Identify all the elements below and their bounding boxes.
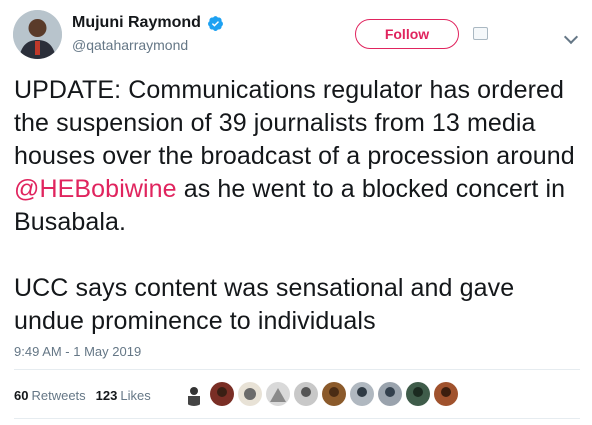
- chevron-down-icon[interactable]: [563, 29, 579, 45]
- liker-avatar[interactable]: [377, 381, 403, 407]
- verified-badge-icon: [207, 15, 224, 32]
- author-display-name[interactable]: Mujuni Raymond: [72, 14, 201, 32]
- retweets-count: 60: [14, 388, 29, 403]
- author-handle[interactable]: @qataharraymond: [72, 37, 224, 53]
- liker-avatar[interactable]: [237, 381, 263, 407]
- likes-count: 123: [95, 388, 118, 403]
- liker-avatar[interactable]: [433, 381, 459, 407]
- liker-avatar[interactable]: [405, 381, 431, 407]
- divider: [14, 418, 580, 419]
- likes-stat[interactable]: 123 Likes: [96, 388, 151, 403]
- liker-avatar[interactable]: [349, 381, 375, 407]
- engagement-stats: 60 Retweets 123 Likes: [14, 388, 151, 403]
- tweet-text-part: UPDATE: Communications regulator has ord…: [14, 76, 575, 170]
- tweet-paragraph-1: UPDATE: Communications regulator has ord…: [14, 74, 580, 239]
- author-info: Mujuni Raymond @qataharraymond: [72, 12, 224, 53]
- follow-button-label: Follow: [384, 26, 430, 42]
- tweet-header: Mujuni Raymond @qataharraymond Follow: [13, 10, 579, 60]
- likers-avatars: [181, 381, 459, 407]
- divider: [14, 369, 580, 370]
- liker-avatar[interactable]: [209, 381, 235, 407]
- mention-link[interactable]: @HEBobiwine: [14, 175, 177, 203]
- tweet-paragraph-2: UCC says content was sensational and gav…: [14, 274, 515, 335]
- tweet-text: UPDATE: Communications regulator has ord…: [14, 74, 580, 338]
- retweets-label: Retweets: [31, 388, 86, 403]
- author-avatar[interactable]: [13, 10, 62, 59]
- follow-button[interactable]: Follow: [355, 19, 459, 49]
- retweets-stat[interactable]: 60 Retweets: [14, 388, 86, 403]
- tweet-timestamp[interactable]: 9:49 AM - 1 May 2019: [14, 344, 141, 359]
- likes-label: Likes: [120, 388, 151, 403]
- liker-avatar[interactable]: [321, 381, 347, 407]
- liker-avatar[interactable]: [181, 381, 207, 407]
- liker-avatar[interactable]: [293, 381, 319, 407]
- liker-avatar[interactable]: [265, 381, 291, 407]
- profile-card-icon[interactable]: [473, 27, 488, 40]
